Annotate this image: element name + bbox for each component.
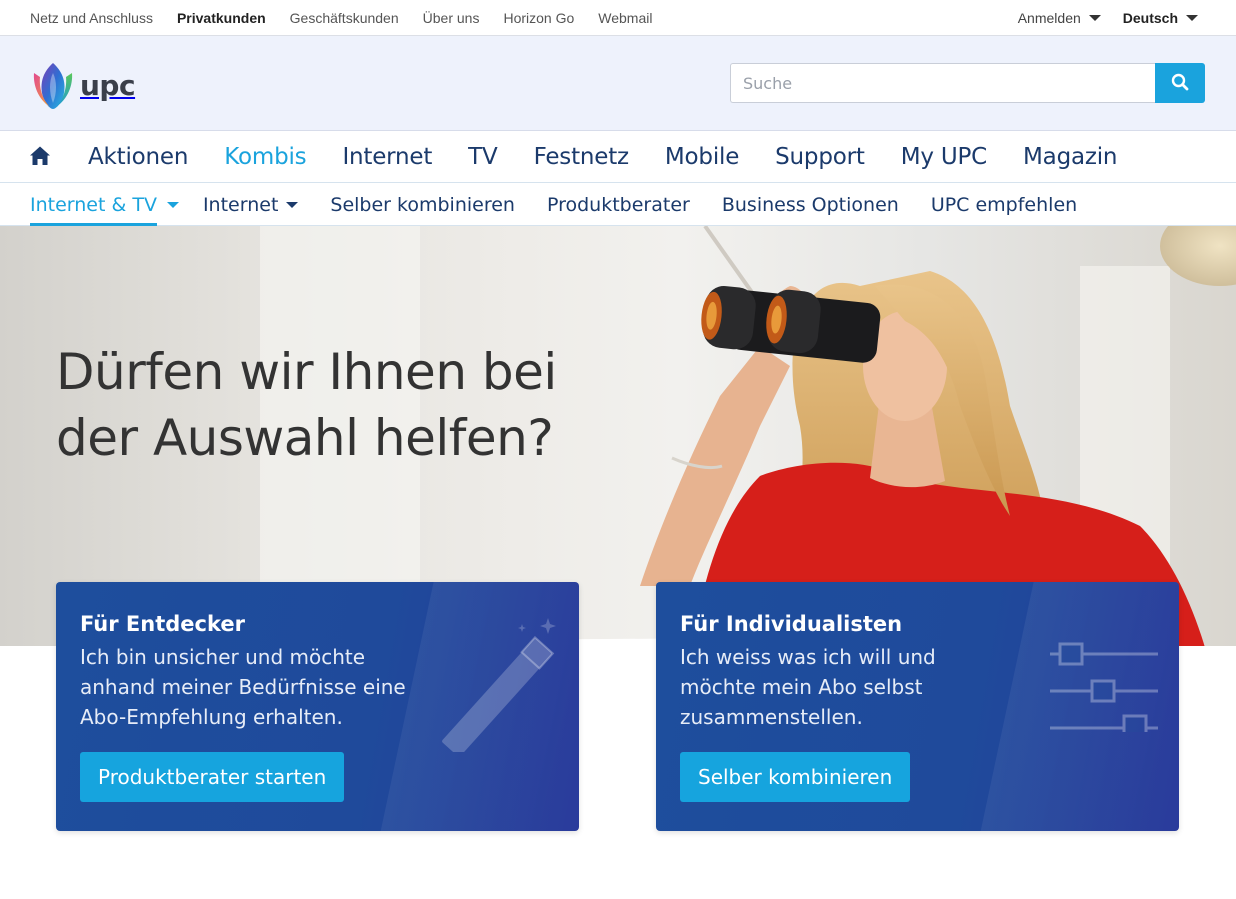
- main-nav-items: Aktionen Kombis Internet TV Festnetz Mob…: [88, 131, 1153, 183]
- language-label: Deutsch: [1122, 10, 1178, 26]
- chevron-down-icon: [1186, 15, 1198, 21]
- card-individualisten: Für Individualisten Ich weiss was ich wi…: [656, 582, 1179, 831]
- sliders-icon: [1046, 612, 1166, 738]
- hero-title-line-1: Dürfen wir Ihnen bei: [56, 343, 557, 401]
- card-entdecker: Für Entdecker Ich bin unsicher und möcht…: [56, 582, 579, 831]
- sub-nav-business-optionen[interactable]: Business Optionen: [722, 183, 899, 226]
- card-text-line: anhand meiner Bedürfnisse eine: [80, 675, 406, 699]
- hero-title-line-2: der Auswahl helfen?: [56, 409, 554, 467]
- search-input[interactable]: [730, 63, 1155, 103]
- magic-wand-icon: [436, 612, 556, 757]
- login-dropdown[interactable]: Anmelden: [1018, 10, 1101, 26]
- main-nav-magazin[interactable]: Magazin: [1023, 144, 1117, 170]
- sub-nav-upc-empfehlen[interactable]: UPC empfehlen: [931, 183, 1077, 226]
- upc-logo-icon: [30, 59, 76, 111]
- chevron-down-icon: [166, 201, 179, 208]
- upc-logo[interactable]: upc: [30, 58, 140, 112]
- main-nav-mobile[interactable]: Mobile: [665, 144, 739, 170]
- chevron-down-icon: [1088, 15, 1101, 21]
- card-text-line: Abo-Empfehlung erhalten.: [80, 705, 343, 729]
- home-icon: [29, 146, 51, 171]
- sub-nav-label: Internet: [202, 193, 279, 216]
- utility-link-ueber-uns[interactable]: Über uns: [423, 10, 480, 26]
- main-nav-my-upc[interactable]: My UPC: [901, 144, 988, 170]
- main-nav-tv[interactable]: TV: [468, 144, 498, 170]
- card-title: Für Entdecker: [80, 612, 245, 636]
- card-text-line: Ich bin unsicher und möchte: [80, 645, 366, 669]
- selber-kombinieren-button[interactable]: Selber kombinieren: [680, 752, 911, 802]
- main-nav-festnetz[interactable]: Festnetz: [534, 144, 630, 170]
- main-nav-internet[interactable]: Internet: [342, 144, 432, 170]
- search-button[interactable]: [1155, 63, 1205, 103]
- sub-nav-internet-tv[interactable]: Internet & TV: [30, 183, 179, 226]
- chevron-down-icon: [286, 201, 299, 208]
- main-nav-support[interactable]: Support: [775, 144, 865, 170]
- language-dropdown[interactable]: Deutsch: [1123, 10, 1198, 26]
- utility-link-webmail[interactable]: Webmail: [598, 10, 652, 26]
- utility-bar: Netz und Anschluss Privatkunden Geschäft…: [0, 0, 1236, 36]
- sub-nav-selber-kombinieren[interactable]: Selber kombinieren: [330, 183, 515, 226]
- utility-link-geschaeftskunden[interactable]: Geschäftskunden: [290, 10, 399, 26]
- search-icon: [1171, 73, 1189, 94]
- card-text: Ich bin unsicher und möchte anhand meine…: [80, 642, 420, 732]
- login-label: Anmelden: [1017, 10, 1081, 26]
- utility-link-horizon-go[interactable]: Horizon Go: [503, 10, 574, 26]
- main-nav-aktionen[interactable]: Aktionen: [88, 144, 188, 170]
- main-navigation: Aktionen Kombis Internet TV Festnetz Mob…: [0, 131, 1236, 183]
- sub-nav-label: Internet & TV: [30, 193, 157, 216]
- sub-nav-internet[interactable]: Internet: [202, 183, 299, 226]
- utility-link-netz-und-anschluss[interactable]: Netz und Anschluss: [30, 10, 153, 26]
- utility-links: Netz und Anschluss Privatkunden Geschäft…: [30, 0, 676, 36]
- sub-navigation: Internet & TV Internet Selber kombiniere…: [0, 183, 1236, 226]
- utility-link-privatkunden[interactable]: Privatkunden: [177, 10, 266, 26]
- card-text: Ich weiss was ich will und möchte mein A…: [680, 642, 1020, 732]
- logo-text: upc: [80, 68, 136, 102]
- card-text-line: möchte mein Abo selbst: [680, 675, 923, 699]
- card-text-line: zusammenstellen.: [680, 705, 863, 729]
- card-title: Für Individualisten: [680, 612, 903, 636]
- site-header: upc: [0, 36, 1236, 131]
- produktberater-starten-button[interactable]: Produktberater starten: [80, 752, 345, 802]
- search-form: [730, 63, 1205, 103]
- sub-nav-produktberater[interactable]: Produktberater: [547, 183, 690, 226]
- utility-right: Anmelden Deutsch: [996, 0, 1198, 36]
- sub-nav-items: Internet & TV Internet Selber kombiniere…: [30, 183, 1109, 226]
- card-text-line: Ich weiss was ich will und: [680, 645, 936, 669]
- home-link[interactable]: [29, 145, 51, 167]
- hero-title: Dürfen wir Ihnen bei der Auswahl helfen?: [56, 339, 616, 471]
- main-nav-kombis[interactable]: Kombis: [224, 144, 306, 170]
